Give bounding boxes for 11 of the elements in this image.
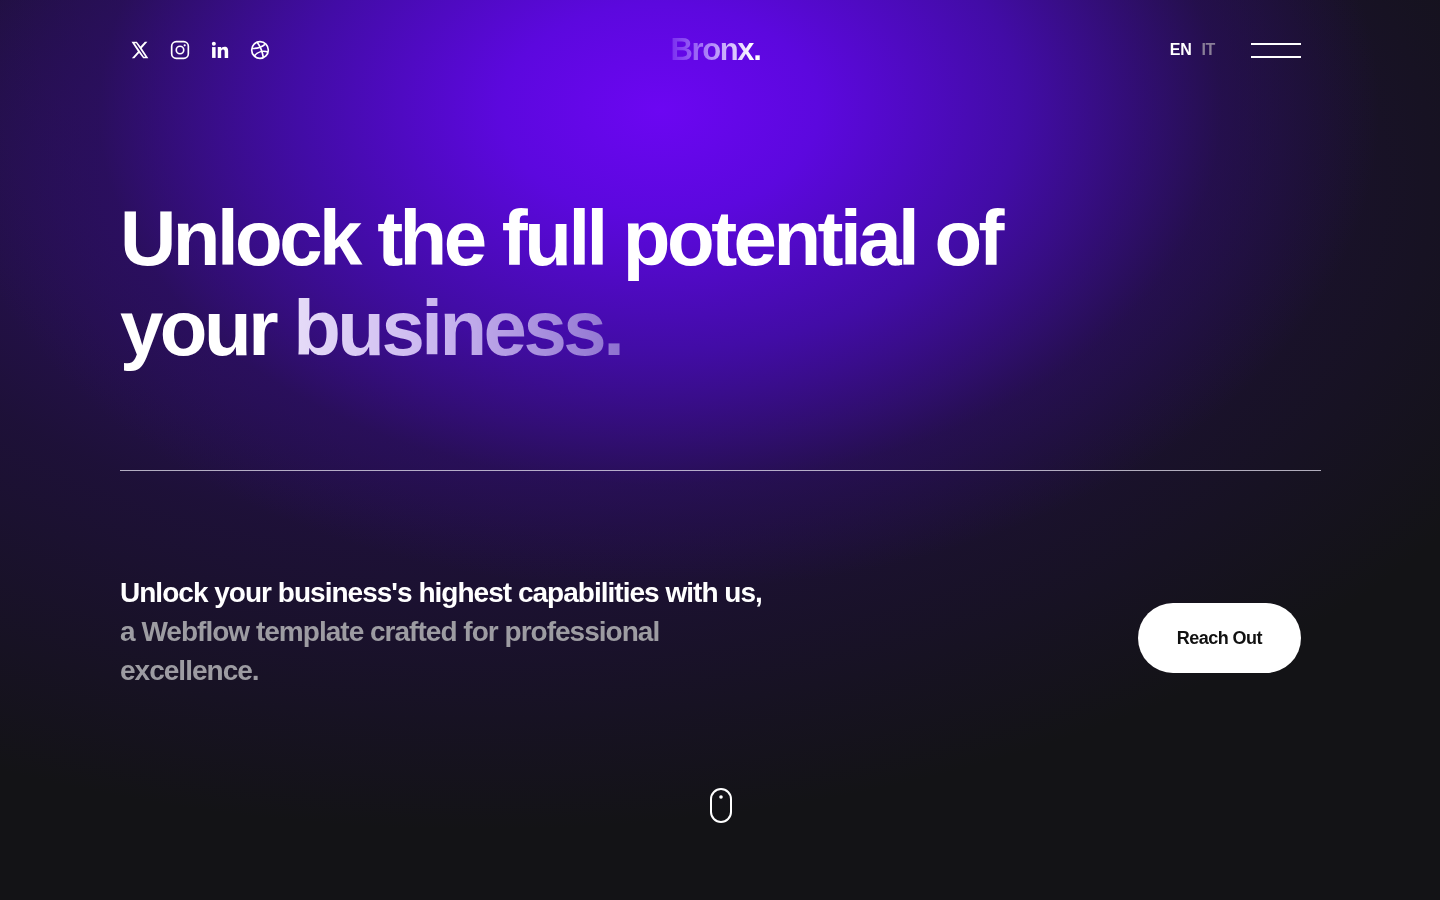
language-option[interactable]: EN: [1169, 40, 1192, 60]
mouse-icon: [710, 788, 732, 823]
language-option[interactable]: IT: [1201, 40, 1215, 60]
hero-heading: Unlock the full potential of your business.: [120, 193, 1004, 373]
menu-icon[interactable]: [1251, 42, 1301, 58]
reach-out-button[interactable]: Reach Out: [1137, 602, 1301, 673]
linkedin-icon[interactable]: [210, 40, 230, 60]
intro-paragraph: Unlock your business's highest capabilities with us, a Webflow template crafted for professional excellence.: [120, 576, 763, 688]
instagram-icon[interactable]: [170, 40, 190, 60]
x-logo-icon[interactable]: [130, 40, 150, 60]
dribbble-icon[interactable]: [250, 40, 270, 60]
